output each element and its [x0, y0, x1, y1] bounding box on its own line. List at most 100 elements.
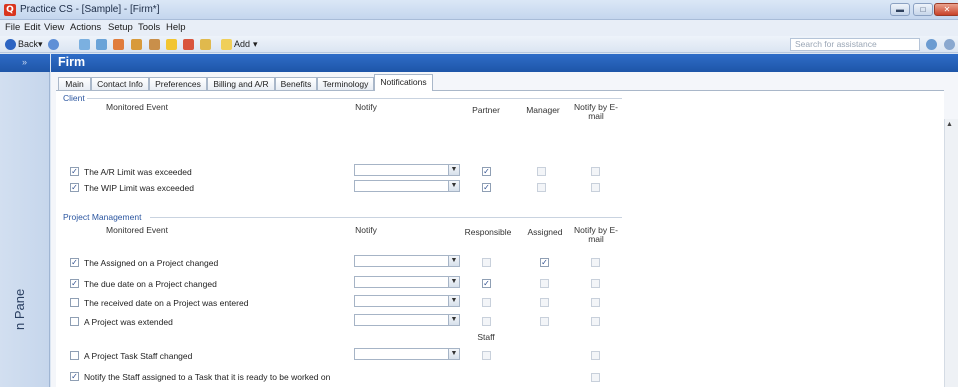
menu-actions[interactable]: Actions — [70, 22, 101, 33]
assigned-checkbox[interactable] — [540, 279, 549, 288]
event-label: A Project Task Staff changed — [84, 351, 193, 361]
menu-view[interactable]: View — [44, 22, 64, 33]
row-checkbox[interactable]: ✓ — [70, 258, 79, 267]
back-arrow-icon[interactable] — [5, 39, 16, 50]
back-button[interactable]: Back — [18, 38, 38, 51]
search-input[interactable]: Search for assistance — [790, 38, 920, 51]
email-checkbox[interactable] — [591, 351, 600, 360]
notify-select[interactable]: ▼ — [354, 164, 460, 176]
email-checkbox[interactable] — [591, 373, 600, 382]
notify-select[interactable]: ▼ — [354, 348, 460, 360]
project-header-responsible: Responsible — [464, 227, 512, 237]
row-checkbox[interactable] — [70, 351, 79, 360]
chevron-down-icon[interactable]: ▼ — [448, 349, 459, 359]
row-checkbox[interactable]: ✓ — [70, 167, 79, 176]
tab-benefits[interactable]: Benefits — [275, 77, 317, 90]
staff-checkbox[interactable] — [482, 351, 491, 360]
event-label: Notify the Staff assigned to a Task that… — [84, 372, 331, 382]
responsible-checkbox[interactable] — [482, 298, 491, 307]
tab-panel — [56, 90, 944, 387]
assigned-checkbox[interactable] — [540, 298, 549, 307]
project-header-email: Notify by E-mail — [574, 225, 618, 244]
event-label: The Assigned on a Project changed — [84, 258, 219, 268]
responsible-checkbox[interactable] — [482, 258, 491, 267]
tab-contact-info[interactable]: Contact Info — [91, 77, 149, 90]
tab-billing-ar[interactable]: Billing and A/R — [207, 77, 275, 90]
firm-header — [51, 54, 958, 72]
staff-icon[interactable] — [149, 39, 160, 50]
options-icon[interactable] — [944, 39, 955, 50]
menu-edit[interactable]: Edit — [24, 22, 40, 33]
manager-checkbox[interactable] — [537, 167, 546, 176]
menu-setup[interactable]: Setup — [108, 22, 133, 33]
search-icon[interactable] — [926, 39, 937, 50]
scroll-up-icon[interactable]: ▲ — [946, 121, 953, 128]
home-icon[interactable] — [96, 39, 107, 50]
window-title: Practice CS - [Sample] - [Firm*] — [20, 4, 160, 15]
tab-main[interactable]: Main — [58, 77, 91, 90]
tab-preferences[interactable]: Preferences — [149, 77, 207, 90]
chevron-down-icon[interactable]: ▼ — [448, 277, 459, 287]
assigned-checkbox[interactable] — [540, 317, 549, 326]
chevron-down-icon[interactable]: ▼ — [448, 165, 459, 175]
project-group-divider — [150, 217, 622, 218]
minimize-button[interactable]: ▬ — [890, 3, 910, 16]
notify-select[interactable]: ▼ — [354, 276, 460, 288]
chevron-down-icon[interactable]: ▼ — [448, 315, 459, 325]
responsible-checkbox[interactable]: ✓ — [482, 279, 491, 288]
note-icon[interactable] — [200, 39, 211, 50]
client-header-event: Monitored Event — [106, 102, 168, 112]
alert-icon[interactable] — [183, 39, 194, 50]
notify-select[interactable]: ▼ — [354, 255, 460, 267]
client-header-email: Notify by E-mail — [574, 102, 618, 121]
client-group-divider — [87, 98, 622, 99]
clients-icon[interactable] — [131, 39, 142, 50]
close-button[interactable]: ✕ — [934, 3, 958, 16]
pane-toggle-icon[interactable]: » — [22, 57, 27, 67]
email-checkbox[interactable] — [591, 258, 600, 267]
maximize-button[interactable]: □ — [913, 3, 933, 16]
forward-arrow-icon[interactable] — [48, 39, 59, 50]
chevron-down-icon[interactable]: ▼ — [448, 296, 459, 306]
staff-header: Staff — [477, 332, 495, 342]
refresh-icon[interactable] — [79, 39, 90, 50]
vertical-scrollbar[interactable] — [944, 119, 958, 387]
add-icon[interactable] — [221, 39, 232, 50]
row-checkbox[interactable] — [70, 317, 79, 326]
menu-tools[interactable]: Tools — [138, 22, 160, 33]
partner-checkbox[interactable]: ✓ — [482, 183, 491, 192]
chevron-down-icon[interactable]: ▼ — [448, 181, 459, 191]
tab-notifications[interactable]: Notifications — [374, 74, 433, 91]
tab-terminology[interactable]: Terminology — [317, 77, 374, 90]
event-label: The A/R Limit was exceeded — [84, 167, 192, 177]
notify-select[interactable]: ▼ — [354, 314, 460, 326]
email-checkbox[interactable] — [591, 279, 600, 288]
email-checkbox[interactable] — [591, 183, 600, 192]
manager-checkbox[interactable] — [537, 183, 546, 192]
menu-help[interactable]: Help — [166, 22, 186, 33]
partner-checkbox[interactable]: ✓ — [482, 167, 491, 176]
email-checkbox[interactable] — [591, 167, 600, 176]
client-header-partner: Partner — [472, 105, 500, 115]
menu-file[interactable]: File — [5, 22, 20, 33]
row-checkbox[interactable] — [70, 298, 79, 307]
responsible-checkbox[interactable] — [482, 317, 491, 326]
row-checkbox[interactable]: ✓ — [70, 372, 79, 381]
row-checkbox[interactable]: ✓ — [70, 279, 79, 288]
chevron-down-icon[interactable]: ▼ — [448, 256, 459, 266]
add-dropdown-icon[interactable]: ▾ — [253, 38, 258, 51]
project-group-label: Project Management — [63, 212, 142, 222]
notify-select[interactable]: ▼ — [354, 295, 460, 307]
page-title: Firm — [58, 55, 86, 69]
email-checkbox[interactable] — [591, 317, 600, 326]
people-icon[interactable] — [113, 39, 124, 50]
add-button[interactable]: Add — [234, 38, 250, 51]
back-dropdown-icon[interactable]: ▾ — [38, 38, 43, 51]
assigned-checkbox[interactable]: ✓ — [540, 258, 549, 267]
notify-select[interactable]: ▼ — [354, 180, 460, 192]
star-icon[interactable] — [166, 39, 177, 50]
row-checkbox[interactable]: ✓ — [70, 183, 79, 192]
event-label: A Project was extended — [84, 317, 173, 327]
email-checkbox[interactable] — [591, 298, 600, 307]
app-icon: Q — [4, 4, 16, 16]
